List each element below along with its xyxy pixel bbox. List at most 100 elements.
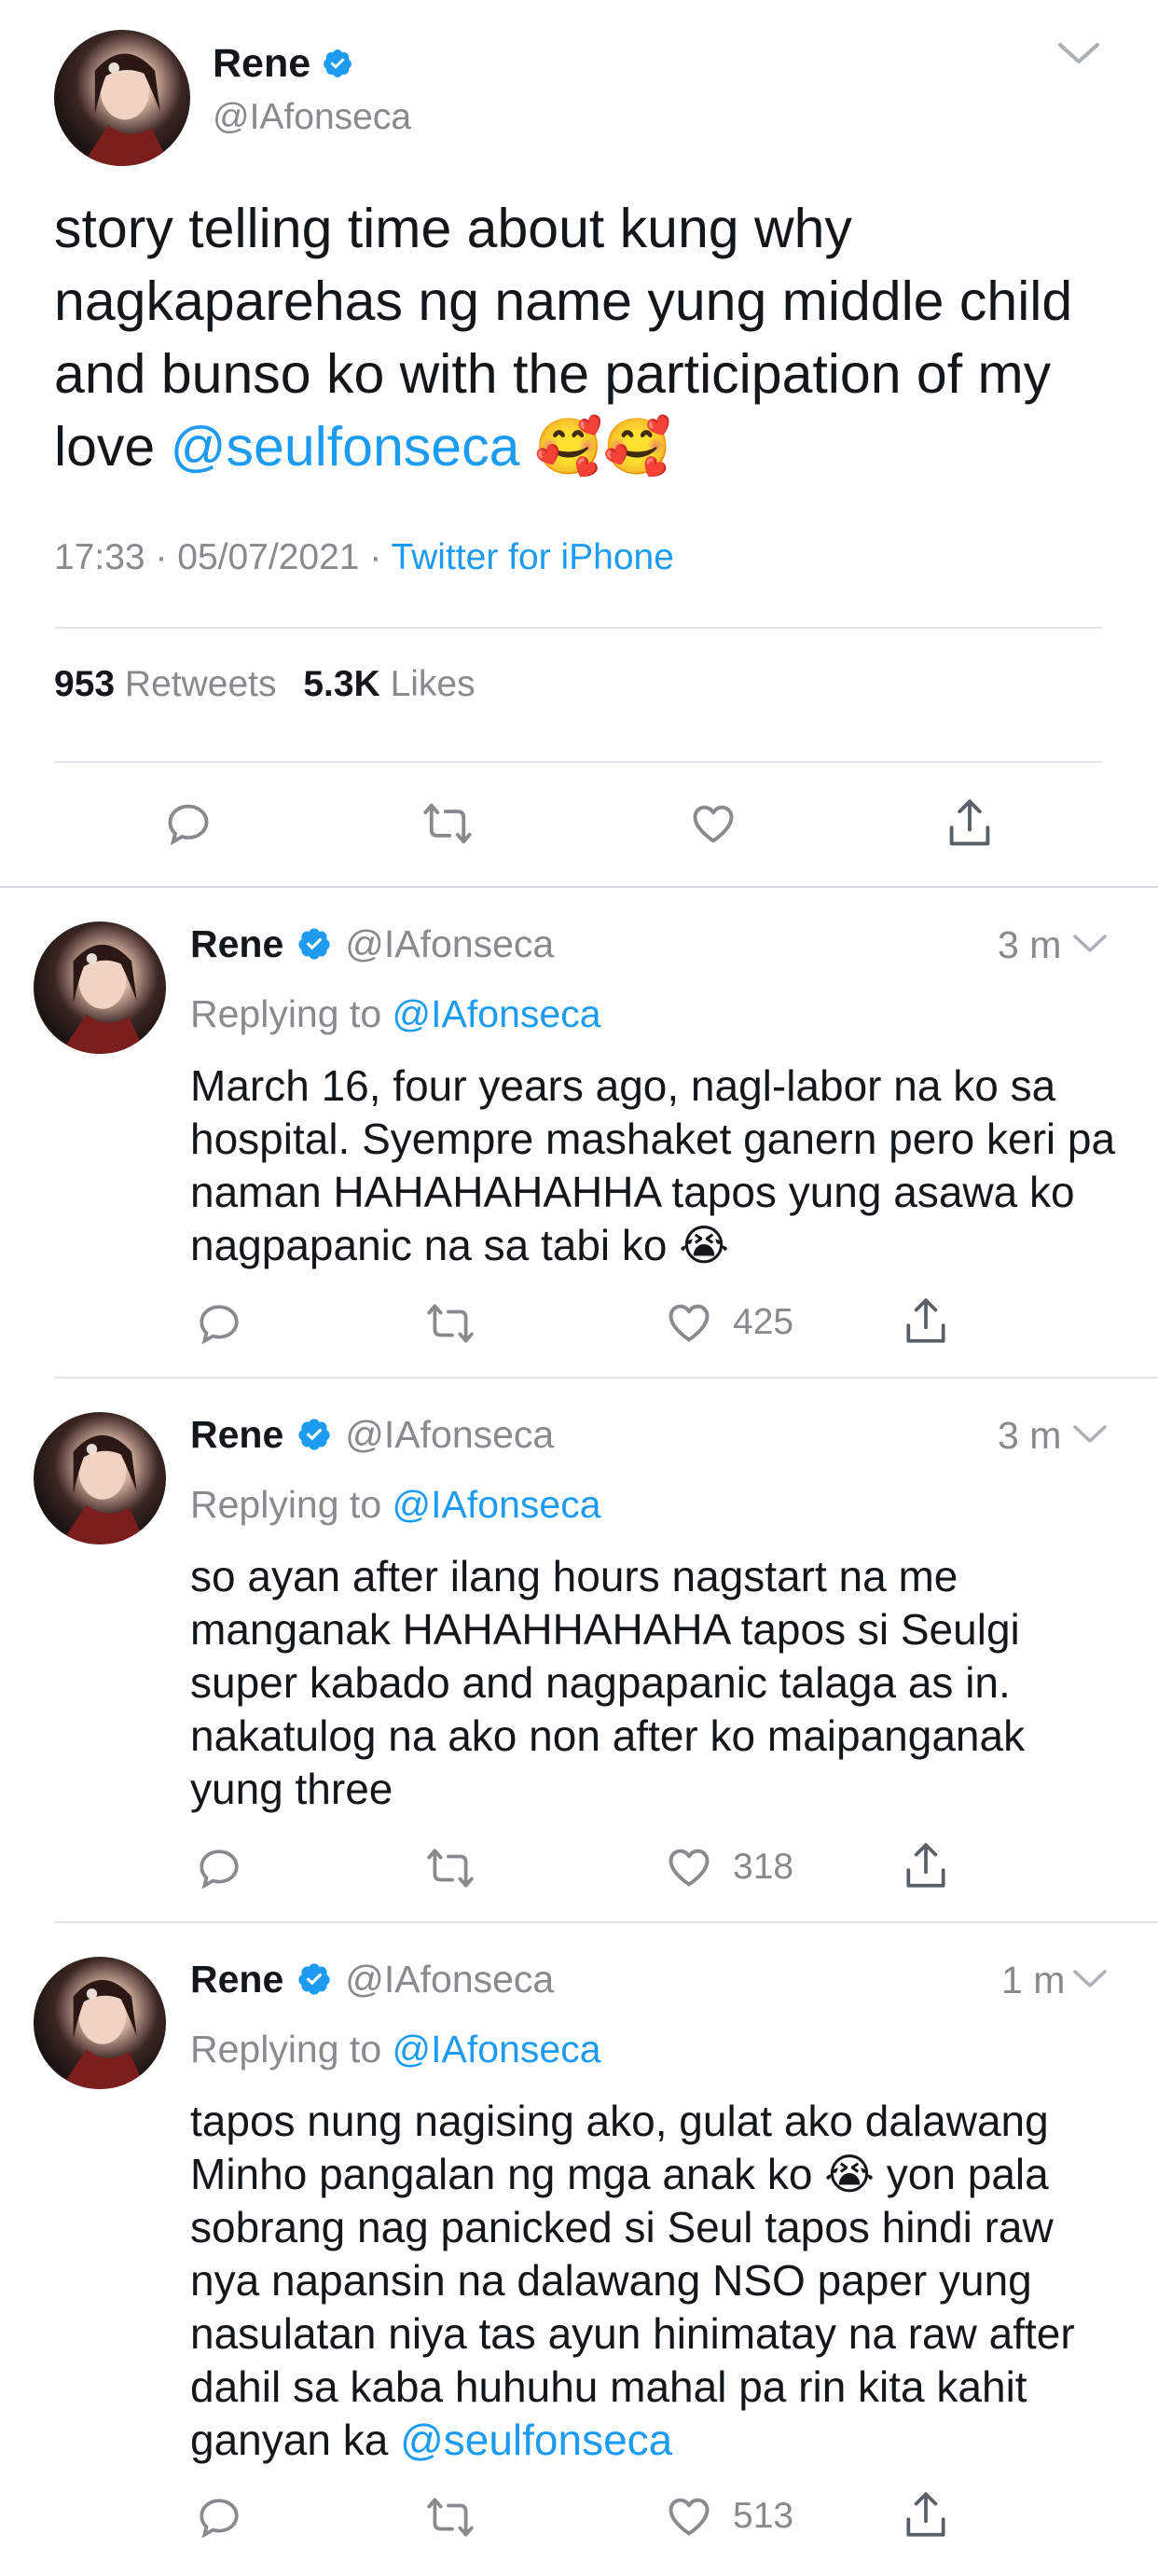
share-icon bbox=[906, 2492, 945, 2537]
replying-to-label: Replying to bbox=[190, 2028, 382, 2070]
tweet-time: 3 m bbox=[998, 1414, 1062, 1457]
reply-tweet[interactable]: Rene @IAfonseca 3 m Replying to @IAfonse… bbox=[0, 888, 1158, 1377]
divider bbox=[54, 627, 1102, 629]
reply-button[interactable] bbox=[196, 1300, 242, 1347]
avatar[interactable] bbox=[34, 921, 166, 1054]
verified-badge-icon bbox=[298, 928, 330, 960]
reply-icon bbox=[200, 1305, 239, 1345]
replying-to-link[interactable]: @IAfonseca bbox=[393, 2028, 601, 2070]
retweet-icon bbox=[423, 803, 472, 844]
reply-button[interactable] bbox=[164, 799, 213, 848]
reply-button[interactable] bbox=[196, 2494, 242, 2541]
tweet-emoji: 😭 bbox=[824, 2150, 875, 2198]
retweet-button[interactable] bbox=[425, 1300, 476, 1347]
like-button[interactable]: 425 bbox=[664, 1298, 793, 1347]
author-handle[interactable]: @IAfonseca bbox=[345, 1958, 554, 2001]
heart-icon bbox=[693, 805, 734, 843]
author-row: Rene @IAfonseca bbox=[190, 918, 554, 970]
heart-icon bbox=[669, 1849, 710, 1887]
tweet-source-link[interactable]: Twitter for iPhone bbox=[391, 537, 673, 577]
retweets-stat[interactable]: 953 Retweets bbox=[54, 664, 277, 704]
retweet-icon bbox=[427, 1849, 474, 1888]
reply-button[interactable] bbox=[196, 1845, 242, 1891]
author-name[interactable]: Rene bbox=[190, 1958, 283, 2001]
replying-to: Replying to @IAfonseca bbox=[190, 1483, 601, 1527]
retweet-button[interactable] bbox=[425, 1845, 476, 1891]
divider bbox=[54, 761, 1102, 763]
avatar-photo bbox=[60, 1434, 146, 1544]
tweet-emoji: 🥰🥰 bbox=[534, 416, 672, 478]
mention-link[interactable]: @seulfonseca bbox=[171, 416, 520, 478]
chevron-down-icon[interactable] bbox=[1072, 933, 1108, 955]
reply-tweet[interactable]: Rene @IAfonseca 3 m Replying to @IAfonse… bbox=[0, 1378, 1158, 1921]
reply-icon bbox=[168, 804, 209, 846]
author-handle[interactable]: @IAfonseca bbox=[345, 922, 554, 966]
share-button[interactable] bbox=[903, 1296, 949, 1347]
replying-to-link[interactable]: @IAfonseca bbox=[393, 992, 601, 1035]
like-count: 425 bbox=[733, 1302, 794, 1342]
author-row: Rene @IAfonseca bbox=[190, 1408, 554, 1461]
avatar[interactable] bbox=[34, 1957, 166, 2089]
retweet-button[interactable] bbox=[425, 2494, 476, 2541]
likes-label: Likes bbox=[390, 664, 476, 704]
heart-icon bbox=[669, 2498, 710, 2536]
reply-icon bbox=[200, 1849, 239, 1890]
chevron-down-icon[interactable] bbox=[1072, 1968, 1108, 1990]
avatar-photo bbox=[60, 944, 146, 1054]
reply-icon bbox=[200, 2499, 239, 2539]
tweet-date: 05/07/2021 bbox=[177, 537, 360, 577]
avatar[interactable] bbox=[54, 30, 190, 166]
like-button[interactable] bbox=[688, 799, 738, 848]
author-name[interactable]: Rene bbox=[190, 1413, 283, 1457]
avatar[interactable] bbox=[34, 1412, 166, 1544]
tweet-time: 17:33 bbox=[54, 537, 145, 577]
like-count: 318 bbox=[733, 1847, 794, 1887]
tweet-time: 1 m bbox=[1001, 1959, 1066, 2001]
tweet-text: March 16, four years ago, nagl-labor na … bbox=[190, 1061, 1127, 1269]
tweet-body: March 16, four years ago, nagl-labor na … bbox=[190, 1059, 1123, 1272]
share-icon bbox=[906, 1298, 945, 1343]
mention-link[interactable]: @seulfonseca bbox=[400, 2416, 672, 2464]
author-name[interactable]: Rene bbox=[213, 41, 310, 87]
like-button[interactable]: 513 bbox=[664, 2492, 793, 2541]
reply-tweet[interactable]: Rene @IAfonseca 1 m Replying to @IAfonse… bbox=[0, 1923, 1158, 2576]
share-icon bbox=[906, 1843, 945, 1888]
share-button[interactable] bbox=[945, 797, 994, 850]
author-row: Rene bbox=[213, 37, 353, 90]
replying-to-link[interactable]: @IAfonseca bbox=[393, 1483, 601, 1526]
retweet-icon bbox=[427, 1304, 474, 1343]
share-button[interactable] bbox=[903, 1841, 949, 1891]
like-count: 513 bbox=[733, 2496, 794, 2536]
author-handle[interactable]: @IAfonseca bbox=[213, 97, 411, 138]
avatar-photo bbox=[60, 1979, 146, 2089]
avatar-photo bbox=[81, 53, 171, 166]
tweet-stats: 953 Retweets 5.3K Likes bbox=[54, 664, 476, 705]
likes-count: 5.3K bbox=[303, 664, 380, 704]
meta-separator-dot: · bbox=[155, 537, 178, 577]
author-handle[interactable]: @IAfonseca bbox=[345, 1413, 554, 1457]
replying-to-label: Replying to bbox=[190, 1483, 382, 1526]
tweet-emoji: 😭 bbox=[679, 1221, 730, 1269]
tweet-body: story telling time about kung why nagkap… bbox=[54, 192, 1117, 483]
author-row: Rene @IAfonseca bbox=[190, 1953, 554, 2005]
meta-separator-dot: · bbox=[369, 537, 392, 577]
chevron-down-icon[interactable] bbox=[1056, 39, 1101, 67]
retweet-button[interactable] bbox=[421, 799, 474, 848]
likes-stat[interactable]: 5.3K Likes bbox=[303, 664, 475, 704]
tweet-meta: 17:33 · 05/07/2021 · Twitter for iPhone bbox=[54, 537, 674, 578]
verified-badge-icon bbox=[324, 49, 352, 77]
verified-badge-icon bbox=[298, 1963, 330, 1995]
share-icon bbox=[949, 799, 990, 846]
retweet-icon bbox=[427, 2498, 474, 2537]
retweets-count: 953 bbox=[54, 664, 116, 704]
tweet-body: tapos nung nagising ako, gulat ako dalaw… bbox=[190, 2095, 1123, 2467]
tweet-text: so ayan after ilang hours nagstart na me… bbox=[190, 1552, 1037, 1813]
replying-to: Replying to @IAfonseca bbox=[190, 992, 601, 1036]
replying-to: Replying to @IAfonseca bbox=[190, 2028, 601, 2071]
verified-badge-icon bbox=[298, 1419, 330, 1450]
author-name[interactable]: Rene bbox=[190, 922, 283, 966]
like-button[interactable]: 318 bbox=[664, 1843, 793, 1891]
share-button[interactable] bbox=[903, 2490, 949, 2541]
chevron-down-icon[interactable] bbox=[1072, 1423, 1108, 1446]
main-tweet: Rene @IAfonseca story telling time about… bbox=[0, 0, 1158, 888]
